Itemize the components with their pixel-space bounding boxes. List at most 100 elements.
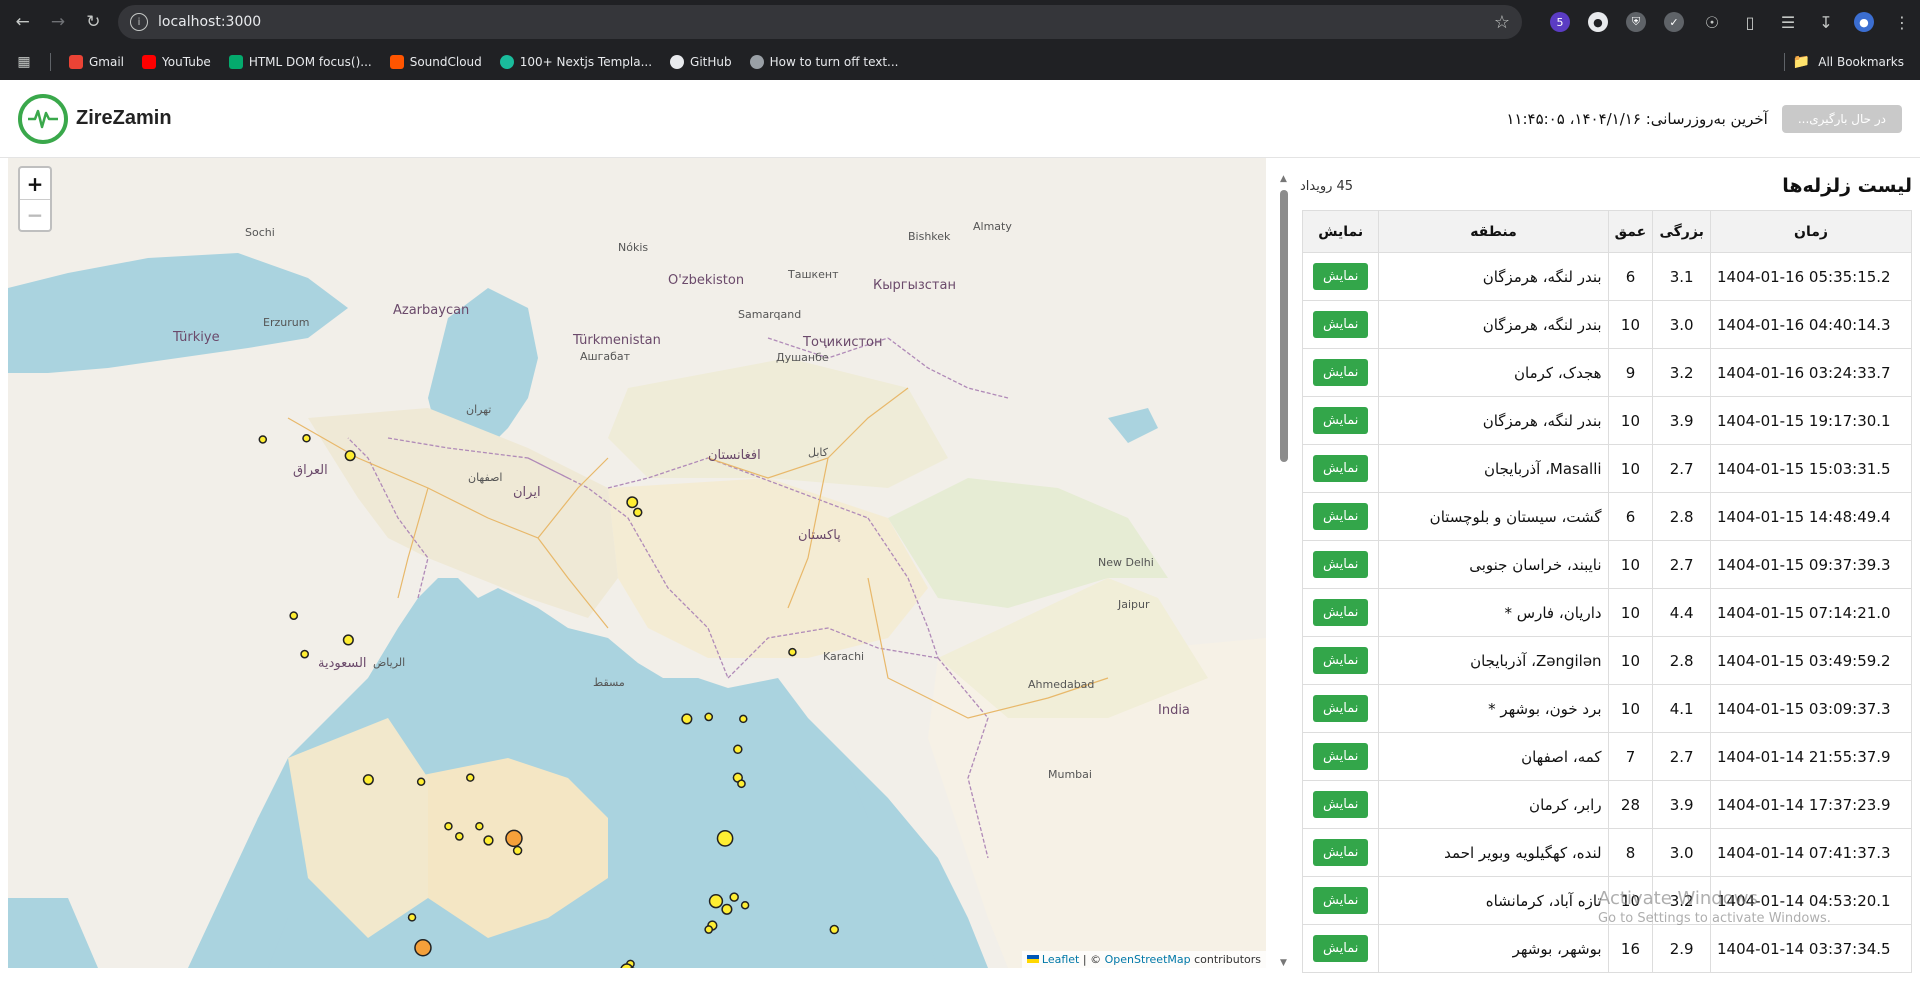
table-row: 1404-01-15 03:09:37.3 4.1 10 برد خون، بوشهر… — [1301, 684, 1913, 733]
bookmark-w3schools[interactable]: HTML DOM focus()... — [228, 55, 372, 69]
earthquake-marker[interactable] — [737, 779, 746, 789]
earthquake-marker[interactable] — [444, 822, 453, 831]
bookmark-label: YouTube — [162, 55, 211, 69]
windows-activation-watermark: Activate Windows Go to Settings to activ… — [1598, 888, 1831, 926]
zoom-in-button[interactable]: + — [20, 168, 50, 199]
extension-circle-icon[interactable]: ● — [1587, 12, 1608, 32]
bookmark-soundcloud[interactable]: SoundCloud — [389, 55, 482, 69]
row-magnitude: 2.7 — [1652, 444, 1711, 493]
earthquake-marker[interactable] — [708, 894, 724, 909]
earthquake-marker[interactable] — [342, 634, 354, 646]
earthquake-marker[interactable] — [505, 829, 523, 848]
row-show-cell: نمایش — [1301, 876, 1380, 925]
apps-grid-icon[interactable]: ▦ — [16, 47, 32, 77]
earthquake-marker[interactable] — [704, 712, 714, 722]
earthquake-marker[interactable] — [729, 892, 739, 902]
show-on-map-button[interactable]: نمایش — [1313, 647, 1369, 674]
bookmark-text-howto[interactable]: How to turn off text... — [749, 55, 898, 69]
show-on-map-button[interactable]: نمایش — [1313, 743, 1369, 770]
zoom-out-button[interactable]: − — [20, 199, 50, 230]
earthquake-marker[interactable] — [716, 830, 734, 847]
site-info-icon[interactable]: i — [129, 13, 148, 31]
earthquake-marker[interactable] — [302, 434, 311, 443]
download-icon[interactable]: ↧ — [1816, 12, 1836, 32]
earthquake-marker[interactable] — [289, 611, 299, 620]
earthquake-marker[interactable] — [475, 822, 484, 831]
earthquake-list-panel: ▲ ▼ لیست زلزله‌ها 45 رویداد زمان بزرگی ع… — [1280, 158, 1920, 973]
show-on-map-button[interactable]: نمایش — [1313, 839, 1369, 866]
extension-badge-icon[interactable]: 5 — [1549, 12, 1570, 32]
earthquake-marker[interactable] — [626, 496, 639, 509]
earthquake-marker[interactable] — [483, 835, 494, 846]
row-region: بوشهر، بوشهر — [1378, 924, 1609, 973]
table-row: 1404-01-15 14:48:49.4 2.8 6 گشت، سیستان و ب… — [1301, 492, 1913, 541]
profile-avatar-icon[interactable]: ● — [1853, 12, 1874, 32]
earthquake-marker[interactable] — [681, 713, 693, 725]
show-on-map-button[interactable]: نمایش — [1313, 455, 1369, 482]
leaflet-link[interactable]: Leaflet — [1042, 953, 1079, 966]
check-extension-icon[interactable]: ✓ — [1663, 12, 1684, 32]
earthquake-marker[interactable] — [512, 845, 523, 856]
earthquake-marker[interactable] — [416, 777, 426, 786]
menu-kebab-icon[interactable]: ⋮ — [1892, 12, 1912, 32]
earthquake-marker[interactable] — [733, 744, 743, 755]
scroll-thumb[interactable] — [1280, 190, 1288, 462]
refresh-button[interactable]: در حال بارگیری... — [1781, 104, 1902, 133]
earthquake-map[interactable]: Türkiye Azarbaycan Türkmenistan O'zbekis… — [8, 158, 1266, 968]
col-magnitude: بزرگی — [1652, 210, 1711, 253]
earthquake-marker[interactable] — [300, 649, 310, 659]
show-on-map-button[interactable]: نمایش — [1313, 263, 1369, 290]
earthquake-marker[interactable] — [455, 832, 464, 841]
earthquake-marker[interactable] — [704, 925, 714, 934]
bookmark-nextjs-templates[interactable]: 100+ Nextjs Templa... — [499, 55, 652, 69]
earthquake-marker[interactable] — [466, 773, 475, 782]
puzzle-icon[interactable]: ▯ — [1740, 12, 1760, 32]
earthquake-marker[interactable] — [632, 507, 643, 518]
back-icon[interactable]: ← — [8, 7, 37, 37]
url-text[interactable]: localhost:3000 — [158, 14, 1484, 30]
scroll-up-icon[interactable]: ▲ — [1280, 174, 1287, 184]
list-scrollbar[interactable]: ▲ ▼ — [1280, 174, 1288, 968]
row-region: نایبند، خراسان جنوبی — [1378, 540, 1609, 589]
reload-icon[interactable]: ↻ — [79, 7, 108, 37]
earthquake-marker[interactable] — [721, 903, 733, 915]
bookmark-gmail[interactable]: Gmail — [69, 55, 124, 69]
earthquake-marker[interactable] — [362, 774, 374, 786]
earthquake-marker[interactable] — [740, 900, 750, 910]
show-on-map-button[interactable]: نمایش — [1313, 599, 1369, 626]
row-region: هجدک، کرمان — [1378, 348, 1609, 397]
row-show-cell: نمایش — [1301, 396, 1380, 445]
bookmark-separator — [50, 53, 51, 71]
show-on-map-button[interactable]: نمایش — [1313, 551, 1369, 578]
show-on-map-button[interactable]: نمایش — [1313, 359, 1369, 386]
media-icon[interactable]: ☰ — [1778, 12, 1798, 32]
brand-logo[interactable]: ZireZamin — [18, 93, 172, 144]
earthquake-marker[interactable] — [739, 714, 748, 724]
forward-icon[interactable]: → — [43, 7, 72, 37]
show-on-map-button[interactable]: نمایش — [1313, 791, 1369, 818]
earthquake-marker[interactable] — [414, 939, 432, 957]
earthquake-marker[interactable] — [407, 913, 417, 922]
earthquake-marker[interactable] — [788, 647, 797, 657]
row-show-cell: نمایش — [1301, 780, 1380, 829]
show-on-map-button[interactable]: نمایش — [1313, 407, 1369, 434]
shield-extension-icon[interactable]: ⛨ — [1625, 12, 1646, 32]
bookmark-github[interactable]: GitHub — [670, 55, 732, 69]
row-show-cell: نمایش — [1301, 828, 1380, 877]
bookmark-star-icon[interactable]: ☆ — [1494, 12, 1510, 33]
omnibox[interactable]: i localhost:3000 ☆ — [117, 5, 1522, 39]
bookmark-youtube[interactable]: YouTube — [142, 55, 211, 69]
scroll-down-icon[interactable]: ▼ — [1280, 958, 1287, 968]
list-header: لیست زلزله‌ها 45 رویداد — [1300, 168, 1912, 204]
show-on-map-button[interactable]: نمایش — [1313, 503, 1369, 530]
all-bookmarks[interactable]: 📁 All Bookmarks — [1783, 53, 1904, 71]
show-on-map-button[interactable]: نمایش — [1313, 935, 1369, 962]
compass-icon[interactable]: ☉ — [1702, 12, 1722, 32]
show-on-map-button[interactable]: نمایش — [1313, 311, 1369, 338]
show-on-map-button[interactable]: نمایش — [1313, 887, 1369, 914]
osm-link[interactable]: OpenStreetMap — [1105, 953, 1191, 966]
earthquake-marker[interactable] — [829, 924, 840, 935]
earthquake-marker[interactable] — [258, 435, 268, 444]
earthquake-marker[interactable] — [344, 450, 356, 462]
show-on-map-button[interactable]: نمایش — [1313, 695, 1369, 722]
